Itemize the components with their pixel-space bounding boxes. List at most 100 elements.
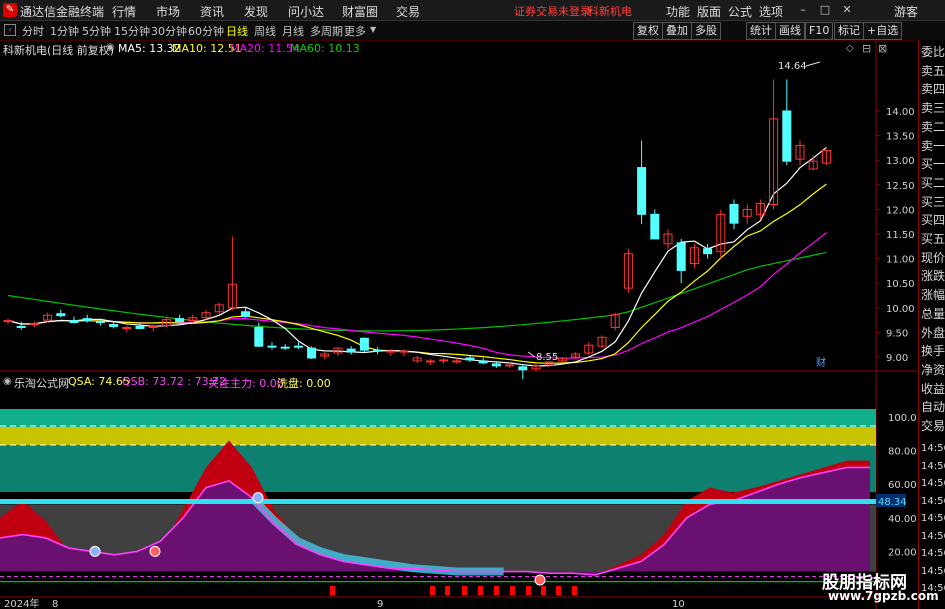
side-panel-item[interactable]: 卖一 xyxy=(921,137,945,154)
period-tab-active[interactable]: 日线 xyxy=(226,23,248,39)
side-panel-item[interactable]: 涨跌 xyxy=(921,267,945,284)
menu-item[interactable]: 市场 xyxy=(156,3,180,20)
focus-main-value: 关注主力: 0.00 xyxy=(208,377,284,390)
side-panel-item[interactable]: 自动 xyxy=(921,398,945,415)
period-tab[interactable]: 多周期 xyxy=(310,23,343,39)
candle-body xyxy=(346,348,356,353)
side-panel-item[interactable]: 收益 xyxy=(921,380,945,397)
menu-item[interactable]: 行情 xyxy=(112,3,136,20)
candle-body xyxy=(122,326,132,329)
ma5-line xyxy=(7,146,827,367)
period-tab[interactable]: 60分钟 xyxy=(188,23,224,39)
period-tab[interactable]: 30分钟 xyxy=(151,23,187,39)
side-panel-item[interactable]: 买四 xyxy=(921,211,945,228)
candle-body xyxy=(307,347,317,359)
side-panel-item[interactable]: 交易 xyxy=(921,417,945,434)
candle-body xyxy=(650,213,660,240)
statistics-button[interactable]: 统计 xyxy=(746,22,776,40)
back-icon[interactable]: ‹ xyxy=(4,24,16,36)
signal-bar xyxy=(478,586,483,595)
candle-body xyxy=(293,345,303,348)
price-axis-label: 12.00 xyxy=(886,205,915,216)
period-tab[interactable]: 1分钟 xyxy=(50,23,79,39)
more-periods[interactable]: 更多 xyxy=(344,23,366,39)
adjust-button[interactable]: 复权 xyxy=(633,22,663,40)
menu-item-layout[interactable]: 版面 xyxy=(697,3,721,20)
indicator-marker-label: 48.34 xyxy=(878,497,907,508)
side-panel-item[interactable]: 买五 xyxy=(921,230,945,247)
add-watchlist-button[interactable]: +自选 xyxy=(863,22,903,40)
menu-item-options[interactable]: 选项 xyxy=(759,3,783,20)
finance-marker: 财 xyxy=(816,356,826,369)
tick-time: 14:56 xyxy=(921,548,945,559)
period-tab[interactable]: 月线 xyxy=(282,23,304,39)
side-panel-item[interactable]: 换手 xyxy=(921,342,945,359)
overlay-button[interactable]: 叠加 xyxy=(662,22,692,40)
period-tab[interactable]: 15分钟 xyxy=(114,23,150,39)
signal-bar xyxy=(494,586,499,595)
side-panel-item[interactable]: 外盘 xyxy=(921,324,945,341)
period-tab[interactable]: 周线 xyxy=(254,23,276,39)
menu-item-function[interactable]: 功能 xyxy=(666,3,690,20)
f10-button[interactable]: F10 xyxy=(805,22,834,40)
side-panel-item[interactable]: 卖三 xyxy=(921,99,945,116)
price-axis-label: 13.00 xyxy=(886,156,915,167)
minimize-icon[interactable]: – xyxy=(796,3,810,17)
date-axis-label: 8 xyxy=(52,599,58,609)
side-panel-item[interactable]: 现价 xyxy=(921,249,945,266)
candle-body xyxy=(359,337,369,351)
close-icon[interactable]: ✕ xyxy=(840,3,854,17)
draw-line-button[interactable]: 画线 xyxy=(775,22,805,40)
side-panel-item[interactable]: 卖五 xyxy=(921,62,945,79)
period-tab[interactable]: 分时 xyxy=(22,23,44,39)
candle-body xyxy=(69,320,79,324)
menu-item[interactable]: 发现 xyxy=(244,3,268,20)
candle-body xyxy=(16,325,26,328)
maximize-icon[interactable]: □ xyxy=(818,3,832,17)
signal-bar xyxy=(572,586,577,595)
side-panel-item[interactable]: 卖二 xyxy=(921,118,945,135)
candle-body xyxy=(518,366,528,371)
tick-time: 14:56 xyxy=(921,495,945,507)
login-warning[interactable]: 证券交易未登录 xyxy=(514,3,591,19)
side-panel-item[interactable]: 买三 xyxy=(921,193,945,210)
menu-item-formula[interactable]: 公式 xyxy=(728,3,752,20)
app-logo-icon: ✎ xyxy=(3,3,17,17)
side-panel-item[interactable]: 涨幅 xyxy=(921,286,945,303)
multi-stock-button[interactable]: 多股 xyxy=(691,22,721,40)
price-axis-label: 11.00 xyxy=(886,255,915,266)
low-price-label: 8.55 xyxy=(536,352,558,363)
side-panel-item[interactable]: 委比 xyxy=(921,43,945,60)
candle-body xyxy=(3,320,13,323)
candle-body xyxy=(439,359,449,362)
mark-button[interactable]: 标记 xyxy=(834,22,864,40)
candle-body xyxy=(267,345,277,348)
date-axis-label: 2024年 xyxy=(4,597,39,609)
side-panel-item[interactable]: 总量 xyxy=(921,305,945,322)
date-axis-label: 10 xyxy=(672,599,685,609)
signal-dot xyxy=(89,545,101,557)
candle-body xyxy=(254,326,264,347)
user-guest[interactable]: 游客 xyxy=(894,3,918,20)
kline-chart[interactable]: 14.00 13.50 13.00 12.50 12.00 11.50 11.00 10.50… xyxy=(0,40,918,609)
indicator-settings-icon[interactable]: ◉ xyxy=(3,376,12,387)
menu-item[interactable]: 财富圈 xyxy=(342,3,378,20)
side-panel-item[interactable]: 净资 xyxy=(921,361,945,378)
side-panel-item[interactable]: 买二 xyxy=(921,174,945,191)
indicator-name: 乐淘公式网 xyxy=(14,377,69,390)
indicator-axis-label: 80.00 xyxy=(888,447,917,458)
menu-item[interactable]: 交易 xyxy=(396,3,420,20)
candle-body xyxy=(782,110,792,162)
menu-item[interactable]: 资讯 xyxy=(200,3,224,20)
candle-body xyxy=(148,325,158,328)
band-teal xyxy=(0,445,876,492)
current-stock-name: 科新机电 xyxy=(588,5,632,18)
signal-dot xyxy=(149,545,161,557)
side-panel-item[interactable]: 买一 xyxy=(921,155,945,172)
price-axis-label: 9.50 xyxy=(886,328,908,339)
tick-time: 14:56 xyxy=(921,513,945,524)
period-tab[interactable]: 5分钟 xyxy=(82,23,111,39)
menu-item[interactable]: 问小达 xyxy=(288,3,324,20)
chevron-down-icon[interactable]: ▼ xyxy=(370,25,376,34)
side-panel-item[interactable]: 卖四 xyxy=(921,80,945,97)
